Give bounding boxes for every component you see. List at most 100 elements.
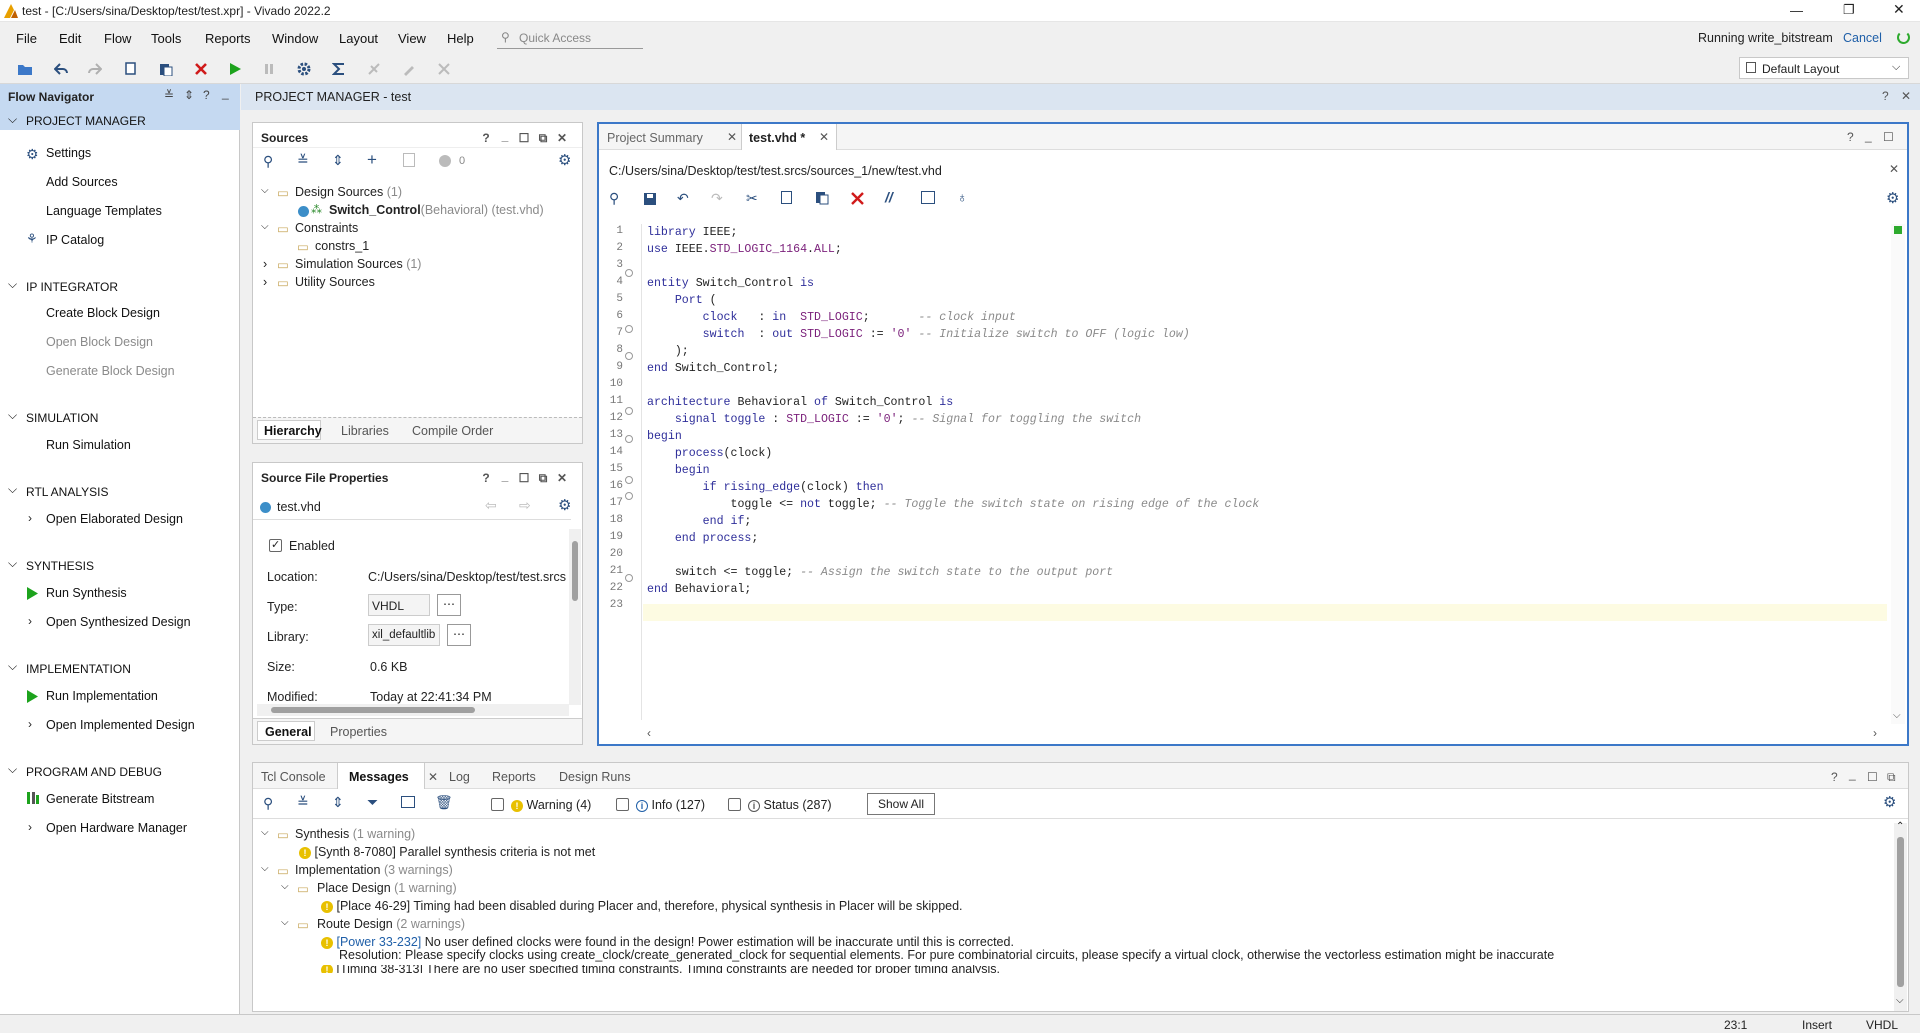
- nav-run-simulation[interactable]: Run Simulation: [46, 438, 131, 452]
- chevron-right-icon[interactable]: ›: [263, 257, 267, 271]
- help-icon[interactable]: ?: [479, 471, 493, 485]
- tab-compile-order[interactable]: Compile Order: [412, 424, 493, 438]
- gear-icon[interactable]: ⚙: [1886, 189, 1899, 207]
- cut-icon[interactable]: ✂: [746, 190, 758, 207]
- nav-run-implementation[interactable]: Run Implementation: [46, 689, 158, 703]
- split-view-icon[interactable]: [921, 191, 935, 204]
- scroll-left-icon[interactable]: ‹: [647, 726, 651, 740]
- close-tab-icon[interactable]: ✕: [819, 130, 829, 144]
- fold-icon[interactable]: [625, 352, 633, 360]
- nav-generate-block-design[interactable]: Generate Block Design: [46, 364, 175, 378]
- close-icon[interactable]: ✕: [555, 131, 569, 145]
- tab-tcl-console[interactable]: Tcl Console: [261, 770, 326, 784]
- document-icon[interactable]: [403, 153, 415, 167]
- menu-reports[interactable]: Reports: [205, 31, 251, 46]
- paste-icon[interactable]: [155, 58, 177, 80]
- horizontal-scrollbar[interactable]: [257, 704, 569, 716]
- maximize-icon[interactable]: ☐: [1867, 770, 1878, 784]
- nav-section-synthesis[interactable]: SYNTHESIS: [26, 559, 94, 573]
- maximize-icon[interactable]: ☐: [517, 131, 531, 145]
- chevron-down-icon[interactable]: ⌵: [281, 917, 289, 928]
- fold-icon[interactable]: [625, 325, 633, 333]
- msg-group-place-design[interactable]: Place Design (1 warning): [317, 881, 457, 895]
- tab-reports[interactable]: Reports: [492, 770, 536, 784]
- tree-constrs-1[interactable]: constrs_1: [315, 239, 369, 253]
- search-icon[interactable]: ⚲: [609, 190, 619, 207]
- enabled-checkbox[interactable]: ✓: [269, 539, 282, 552]
- nav-section-ip-integrator[interactable]: IP INTEGRATOR: [26, 280, 118, 294]
- nav-ip-catalog[interactable]: IP Catalog: [46, 233, 104, 247]
- gear-icon[interactable]: ⚙: [1883, 793, 1896, 811]
- undo-icon[interactable]: [50, 58, 72, 80]
- tree-constraints[interactable]: Constraints: [295, 221, 358, 235]
- power-link[interactable]: [Power 33-232]: [336, 935, 421, 949]
- scroll-down-icon[interactable]: ⌵: [1893, 710, 1901, 721]
- delete-icon[interactable]: [190, 58, 212, 80]
- nav-section-simulation[interactable]: SIMULATION: [26, 411, 98, 425]
- collapse-all-icon[interactable]: ≚: [297, 794, 309, 811]
- fold-icon[interactable]: [625, 476, 633, 484]
- expand-all-icon[interactable]: ⇕: [332, 794, 344, 811]
- msg-timing-warning[interactable]: ! [Timing 38-313] There are no user spec…: [321, 965, 1000, 973]
- menu-window[interactable]: Window: [272, 31, 318, 46]
- comment-icon[interactable]: //: [885, 189, 893, 205]
- redo-icon[interactable]: ↷: [711, 190, 723, 207]
- float-icon[interactable]: ⧉: [536, 471, 550, 485]
- group-icon[interactable]: [401, 796, 415, 808]
- nav-open-block-design[interactable]: Open Block Design: [46, 335, 153, 349]
- close-icon[interactable]: ✕: [1889, 162, 1899, 176]
- nav-section-implementation[interactable]: IMPLEMENTATION: [26, 662, 131, 676]
- scroll-right-icon[interactable]: ›: [1873, 726, 1877, 740]
- collapse-all-icon[interactable]: ≚: [297, 152, 309, 169]
- messages-scrollbar[interactable]: ⌃ ⌵: [1894, 821, 1907, 1011]
- chevron-down-icon[interactable]: ⌵: [8, 659, 17, 674]
- expand-icon[interactable]: ⇕: [184, 88, 194, 102]
- nav-section-program-debug[interactable]: PROGRAM AND DEBUG: [26, 765, 162, 779]
- status-filter[interactable]: i Status (287): [748, 798, 832, 812]
- chevron-down-icon[interactable]: ⌵: [261, 863, 269, 874]
- nav-add-sources[interactable]: Add Sources: [46, 175, 118, 189]
- float-icon[interactable]: ⧉: [536, 131, 550, 145]
- tab-design-runs[interactable]: Design Runs: [559, 770, 631, 784]
- warning-filter[interactable]: ! Warning (4): [511, 798, 591, 812]
- close-icon[interactable]: ✕: [1901, 89, 1911, 103]
- nav-create-block-design[interactable]: Create Block Design: [46, 306, 160, 320]
- help-icon[interactable]: ?: [1831, 770, 1838, 784]
- warning-filter-checkbox[interactable]: [491, 798, 504, 811]
- search-icon[interactable]: ⚲: [263, 795, 273, 812]
- chevron-down-icon[interactable]: ⌵: [261, 185, 269, 196]
- chevron-right-icon[interactable]: ›: [28, 511, 32, 525]
- chevron-down-icon[interactable]: ⌵: [261, 221, 269, 232]
- run-icon[interactable]: [224, 58, 246, 80]
- maximize-icon[interactable]: ☐: [517, 471, 531, 485]
- chevron-down-icon[interactable]: ⌵: [261, 827, 269, 838]
- delete-icon[interactable]: [851, 192, 864, 205]
- scroll-down-icon[interactable]: ⌵: [1896, 995, 1904, 1006]
- nav-open-implemented-design[interactable]: Open Implemented Design: [46, 718, 195, 732]
- tab-log[interactable]: Log: [449, 770, 470, 784]
- close-icon[interactable]: ✕: [555, 471, 569, 485]
- help-icon[interactable]: ?: [203, 88, 210, 102]
- trash-icon[interactable]: 🗑: [435, 794, 453, 811]
- tab-hierarchy[interactable]: Hierarchy: [264, 424, 322, 438]
- tab-messages[interactable]: Messages: [349, 770, 409, 784]
- nav-section-rtl-analysis[interactable]: RTL ANALYSIS: [26, 485, 108, 499]
- close-window-icon[interactable]: ✕: [1893, 1, 1905, 18]
- sigma-icon[interactable]: [328, 58, 350, 80]
- restore-icon[interactable]: ❐: [1843, 2, 1855, 18]
- maximize-icon[interactable]: ☐: [1883, 130, 1894, 144]
- undo-icon[interactable]: ↶: [677, 190, 689, 207]
- nav-open-elaborated-design[interactable]: Open Elaborated Design: [46, 512, 183, 526]
- menu-view[interactable]: View: [398, 31, 426, 46]
- layout-select[interactable]: Default Layout ⌵: [1739, 57, 1909, 79]
- chevron-down-icon[interactable]: ⌵: [8, 277, 17, 292]
- msg-power-warning[interactable]: ! [Power 33-232] No user defined clocks …: [321, 935, 1014, 949]
- chevron-down-icon[interactable]: ⌵: [281, 881, 289, 892]
- minimize-icon[interactable]: _: [498, 129, 512, 143]
- tree-utility-sources[interactable]: Utility Sources: [295, 275, 375, 289]
- copy-icon[interactable]: [120, 58, 142, 80]
- nav-open-hardware-manager[interactable]: Open Hardware Manager: [46, 821, 187, 835]
- help-icon[interactable]: ?: [1882, 89, 1889, 103]
- tab-libraries[interactable]: Libraries: [341, 424, 389, 438]
- cancel-link[interactable]: Cancel: [1843, 31, 1882, 45]
